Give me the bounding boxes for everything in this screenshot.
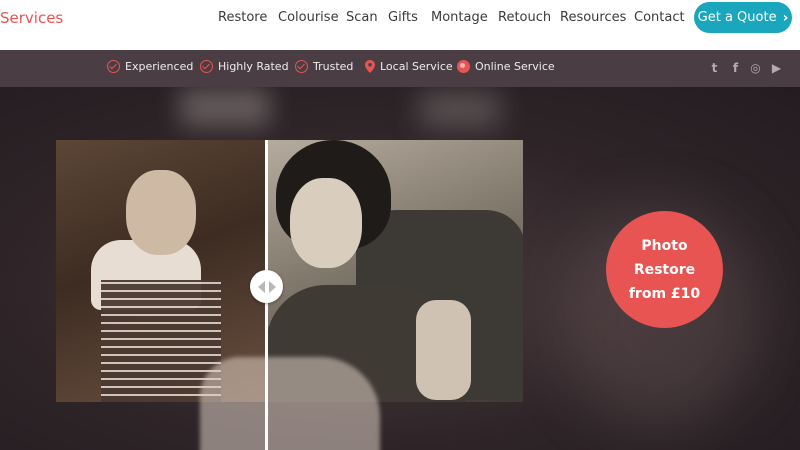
facebook-icon[interactable]: f (729, 61, 742, 75)
nav-item-montage[interactable]: Montage (431, 10, 488, 26)
trust-label: Experienced (125, 60, 194, 73)
nav-item-gifts[interactable]: Gifts (388, 10, 418, 26)
badge-line: Photo (641, 237, 688, 254)
check-circle-icon (295, 60, 308, 73)
trust-item-online-service: Online Service (457, 60, 555, 73)
trust-item-highly-rated: Highly Rated (200, 60, 289, 73)
nav-item-scan[interactable]: Scan (346, 10, 378, 26)
nav-item-restore[interactable]: Restore (218, 10, 267, 26)
trust-label: Online Service (475, 60, 555, 73)
globe-icon (457, 60, 470, 73)
nav-item-colourise[interactable]: Colourise (278, 10, 339, 26)
background-blur (420, 92, 500, 127)
hero-section: Photo Restore from £10 (0, 87, 800, 450)
holding-hand (200, 357, 380, 450)
check-circle-icon (107, 60, 120, 73)
nav-item-contact[interactable]: Contact (634, 10, 685, 26)
trust-label: Highly Rated (218, 60, 289, 73)
badge-line: Restore (633, 261, 696, 278)
check-circle-icon (200, 60, 213, 73)
trust-label: Trusted (313, 60, 354, 73)
twitter-icon[interactable]: t (708, 61, 721, 75)
nav-item-retouch[interactable]: Retouch (498, 10, 551, 26)
trust-item-experienced: Experienced (107, 60, 193, 73)
woman-figure (416, 300, 471, 400)
instagram-icon[interactable]: ◎ (749, 61, 762, 75)
get-a-quote-button[interactable]: Get a Quote › (694, 2, 792, 33)
background-blur (180, 87, 270, 127)
child-figure (126, 170, 196, 255)
get-a-quote-label: Get a Quote (697, 10, 777, 25)
photo-restore-price-badge[interactable]: Photo Restore from £10 (606, 211, 723, 328)
youtube-icon[interactable]: ▶ (770, 61, 783, 75)
chevron-right-icon: › (782, 9, 789, 26)
comparison-slider-handle[interactable] (250, 270, 283, 303)
trust-label: Local Service (380, 60, 453, 73)
nav-item-resources[interactable]: Resources (560, 10, 626, 26)
brand-logo-text[interactable]: Services (0, 9, 63, 27)
badge-line: from £10 (628, 285, 701, 302)
map-pin-icon (365, 60, 375, 73)
left-right-arrows-icon (257, 280, 276, 293)
woman-figure (290, 178, 362, 268)
trust-item-local-service: Local Service (365, 60, 453, 73)
trust-item-trusted: Trusted (295, 60, 353, 73)
trust-bar: Experienced Highly Rated Trusted Local S… (0, 50, 800, 87)
site-header: Services Restore Colourise Scan Gifts Mo… (0, 0, 800, 50)
